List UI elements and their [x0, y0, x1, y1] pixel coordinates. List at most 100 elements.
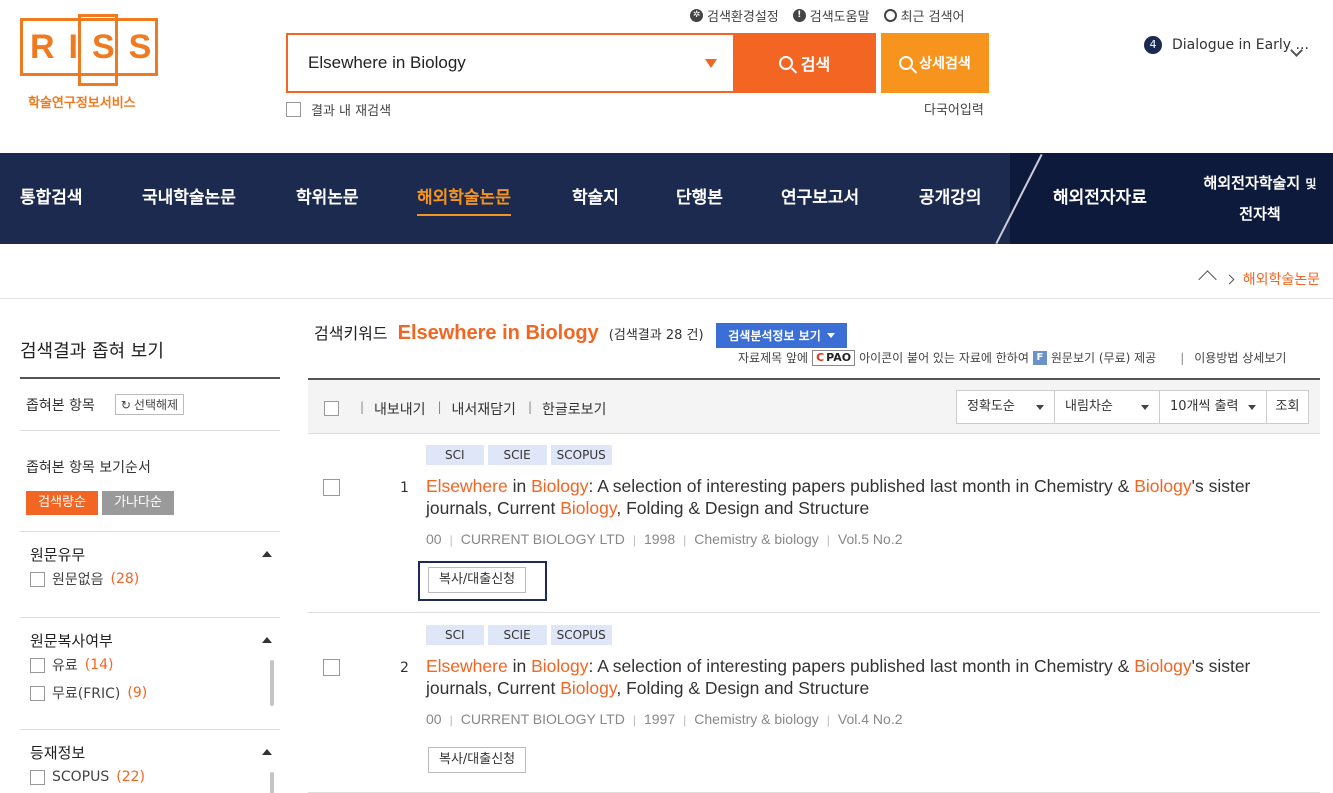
filter-sidebar: 검색결과 좁혀 보기 좁혀본 항목 ↻ 선택해제 좁혀본 항목 보기순서 검색량… [20, 299, 280, 793]
facet-option[interactable]: 유료 (14) [30, 652, 274, 678]
title-highlight: Biology [560, 498, 617, 518]
caret-down-icon [826, 333, 835, 338]
tag-scie: SCIE [487, 445, 547, 465]
facet-header[interactable]: 원문복사여부 [30, 630, 274, 650]
usage-guide-link[interactable]: 이용방법 상세보기 [1194, 349, 1286, 366]
title-text: in [507, 476, 532, 496]
nav-domestic-papers[interactable]: 국내학술논문 [142, 153, 236, 244]
keyword-value: Elsewhere in Biology [397, 322, 599, 344]
result-title-link[interactable]: Elsewhere in Biology: A selection of int… [426, 475, 1306, 519]
view-in-korean-link[interactable]: 한글로보기 [528, 399, 618, 419]
meta-journal[interactable]: Chemistry & biology [675, 711, 819, 727]
facet-option-count: (9) [127, 685, 148, 701]
facet-scrollbar[interactable] [270, 772, 274, 793]
search-keyword-line: 검색키워드 Elsewhere in Biology (검색결과 28 건) [314, 320, 704, 345]
copy-loan-request-button[interactable]: 복사/대출신청 [428, 747, 527, 773]
facet-option[interactable]: 무료(FRIC) (9) [30, 680, 274, 706]
meta-journal[interactable]: Chemistry & biology [675, 531, 819, 547]
result-checkbox[interactable] [323, 659, 340, 676]
nav-books[interactable]: 단행본 [676, 153, 723, 244]
facet-checkbox[interactable] [30, 657, 45, 673]
utility-links: ✲ 검색환경설정 ! 검색도움말 최근 검색어 [690, 6, 965, 25]
nav-open-lectures[interactable]: 공개강의 [919, 153, 982, 244]
meta-author[interactable]: 00 [426, 531, 442, 547]
notice-post: 원문보기 (무료) 제공 [1050, 351, 1157, 365]
rank-number: 4 [1144, 36, 1162, 54]
search-settings-label: 검색환경설정 [707, 10, 779, 25]
order-by-alpha-button[interactable]: 가나다순 [102, 491, 174, 515]
search-help-link[interactable]: ! 검색도움말 [792, 6, 870, 25]
facet-fulltext: 원문유무 원문없음 (28) [20, 532, 280, 618]
notice-separator: | [1180, 350, 1185, 365]
collapse-icon[interactable] [262, 551, 272, 557]
nav-ejournals-ebooks[interactable]: 해외전자학술지 및 전자책 [1196, 168, 1324, 229]
nav-foreign-eresources[interactable]: 해외전자자료 [1053, 153, 1147, 244]
search-dropdown-icon[interactable] [705, 59, 717, 68]
re-search-option[interactable]: 결과 내 재검색 [286, 100, 391, 119]
chevron-right-icon [1224, 274, 1235, 284]
recent-searches-label: 최근 검색어 [900, 10, 965, 25]
sort-select[interactable]: 정확도순 [956, 390, 1055, 424]
search-input[interactable] [288, 35, 733, 91]
advanced-search-button[interactable]: 상세검색 [881, 33, 989, 93]
search-settings-link[interactable]: ✲ 검색환경설정 [690, 6, 779, 25]
breadcrumb: 해외학술논문 [1198, 269, 1320, 289]
search-box [286, 33, 733, 93]
facet-scrollbar[interactable] [270, 660, 274, 706]
index-tags: SCI SCIE SCOPUS [426, 445, 612, 465]
facet-option[interactable]: SCOPUS (22) [30, 764, 274, 790]
per-page-select[interactable]: 10개씩 출력 [1159, 390, 1267, 424]
breadcrumb-current[interactable]: 해외학술논문 [1243, 269, 1320, 289]
facet-header[interactable]: 원문유무 [30, 544, 274, 564]
results-toolbar: 내보내기 내서재담기 한글로보기 정확도순 내림차순 10개씩 출력 조회 [308, 378, 1320, 434]
trending-keywords[interactable]: 4 Dialogue in Early ... [1144, 36, 1314, 66]
facet-option-label: 무료(FRIC) [52, 686, 121, 702]
order-select[interactable]: 내림차순 [1054, 390, 1160, 424]
view-button[interactable]: 조회 [1266, 390, 1309, 424]
facet-checkbox[interactable] [30, 571, 45, 587]
home-icon[interactable] [1198, 271, 1216, 287]
nav-foreign-papers[interactable]: 해외학술논문 [417, 153, 511, 244]
search-analysis-label: 검색분석정보 보기 [728, 329, 821, 343]
search-button[interactable]: 검색 [733, 33, 876, 93]
facet-title: 원문유무 [30, 545, 86, 564]
facet-option-count: (28) [110, 571, 140, 587]
facet-checkbox[interactable] [30, 769, 45, 785]
meta-author[interactable]: 00 [426, 711, 442, 727]
select-all-checkbox[interactable] [324, 401, 339, 416]
riss-logo[interactable]: RISS 학술연구정보서비스 [20, 14, 160, 111]
nav-theses[interactable]: 학위논문 [296, 153, 359, 244]
recent-searches-link[interactable]: 최근 검색어 [883, 6, 965, 25]
tag-scie: SCIE [487, 625, 547, 645]
collapse-icon[interactable] [262, 637, 272, 643]
filter-order-block: 좁혀본 항목 보기순서 검색량순 가나다순 [20, 431, 280, 532]
nav-and-label: 및 [1305, 177, 1317, 191]
result-title-link[interactable]: Elsewhere in Biology: A selection of int… [426, 655, 1306, 699]
facet-copy-service: 원문복사여부 유료 (14) 무료(FRIC) (9) [20, 618, 280, 730]
nav-reports[interactable]: 연구보고서 [781, 153, 859, 244]
collapse-icon[interactable] [262, 749, 272, 755]
copy-loan-request-button[interactable]: 복사/대출신청 [428, 567, 527, 593]
logo-subtitle: 학술연구정보서비스 [28, 96, 136, 111]
result-checkbox[interactable] [323, 479, 340, 496]
facet-option[interactable]: 원문없음 (28) [30, 566, 274, 592]
order-by-volume-button[interactable]: 검색량순 [26, 491, 98, 515]
multi-language-input-link[interactable]: 다국어입력 [924, 99, 984, 118]
reset-filters-button[interactable]: ↻ 선택해제 [114, 394, 185, 415]
export-link[interactable]: 내보내기 [360, 399, 438, 419]
save-to-library-link[interactable]: 내서재담기 [438, 399, 528, 419]
free-fulltext-icon: F [1032, 350, 1047, 365]
nav-integrated-search[interactable]: 통합검색 [20, 153, 83, 244]
nav-ejournals-label: 해외전자학술지 [1203, 174, 1301, 192]
info-icon: ! [792, 9, 806, 22]
re-search-checkbox[interactable] [286, 102, 301, 117]
re-search-label: 결과 내 재검색 [311, 104, 392, 119]
result-meta: 00 CURRENT BIOLOGY LTD 1997 Chemistry & … [426, 711, 903, 727]
sidebar-title: 검색결과 좁혀 보기 [20, 299, 280, 379]
title-text: , Folding & Design and Structure [616, 678, 870, 698]
nav-journals[interactable]: 학술지 [572, 153, 619, 244]
search-analysis-button[interactable]: 검색분석정보 보기 [716, 323, 847, 348]
facet-checkbox[interactable] [30, 685, 45, 701]
facet-header[interactable]: 등재정보 [30, 742, 274, 762]
title-highlight: Biology [531, 656, 589, 676]
